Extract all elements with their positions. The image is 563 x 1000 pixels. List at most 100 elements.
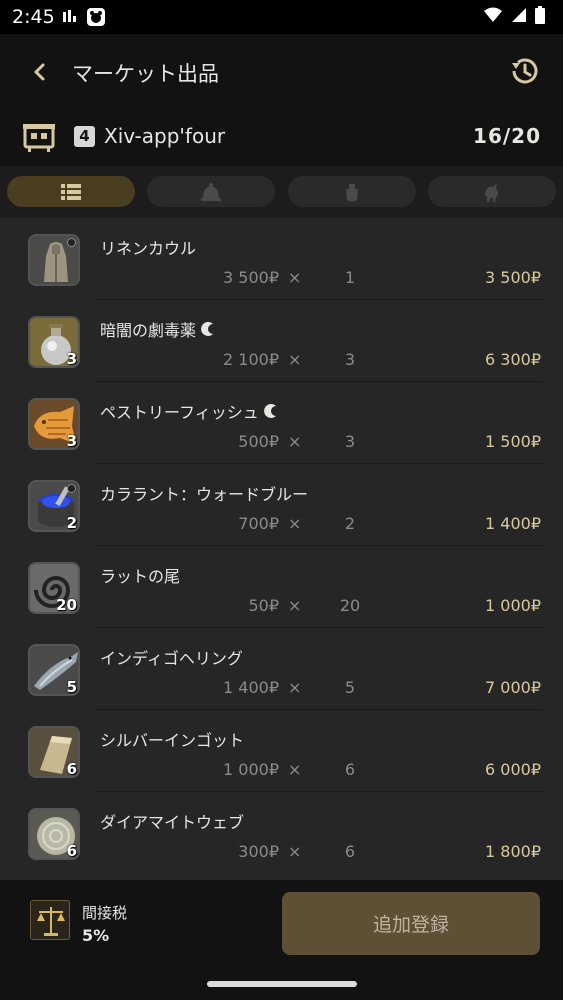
category-tabs [0, 166, 563, 218]
taiyaki-icon: 3 [28, 398, 80, 450]
quantity: 6 [344, 760, 356, 779]
retainer-selector[interactable]: 4 Xiv-app'four 16/20 [0, 110, 563, 166]
pot-icon [346, 183, 358, 201]
unit-price: 500₽ [238, 432, 279, 451]
multiply-sign: × [288, 514, 302, 533]
tab-bell[interactable] [147, 176, 275, 207]
thumb-quantity: 6 [66, 760, 77, 778]
history-button[interactable] [507, 54, 541, 88]
tail-icon: 20 [28, 562, 80, 614]
item-name: カララント：ウォードブルー [100, 485, 309, 504]
thumb-quantity: 3 [66, 350, 77, 368]
item-name: ラットの尾 [100, 567, 181, 586]
fish-icon: 5 [28, 644, 80, 696]
world-badge: 4 [74, 126, 95, 147]
list-item[interactable]: 5 インディゴヘリング 1 400₽ × 5 7 000₽ [0, 628, 563, 710]
list-item[interactable]: 6 ダイアマイトウェブ 300₽ × 6 1 800₽ [0, 792, 563, 874]
robe-icon [28, 234, 80, 286]
thumb-quantity: 2 [66, 514, 77, 532]
page-title: マーケット出品 [72, 62, 219, 86]
tax-label: 間接税 [82, 904, 128, 922]
total-price: 7 000₽ [485, 678, 541, 697]
tab-chocobo[interactable] [428, 176, 556, 207]
potion-icon: 3 [28, 316, 80, 368]
multiply-sign: × [288, 350, 302, 369]
quantity: 5 [344, 678, 356, 697]
tab-pot[interactable] [288, 176, 416, 207]
list-icon [61, 183, 81, 200]
multiply-sign: × [288, 432, 302, 451]
list-item[interactable]: リネンカウル 3 500₽ × 1 3 500₽ [0, 218, 563, 300]
signal-bars-icon [63, 10, 76, 22]
unit-price: 50₽ [248, 596, 279, 615]
unit-price: 3 500₽ [223, 268, 279, 287]
hq-indicator-dot [67, 238, 76, 247]
total-price: 6 300₽ [485, 350, 541, 369]
list-item[interactable]: 3 ペストリーフィッシュ 500₽ × 3 1 500₽ [0, 382, 563, 464]
history-icon [512, 58, 538, 84]
quantity: 3 [344, 432, 356, 451]
item-name: ダイアマイトウェブ [100, 813, 245, 832]
quantity: 3 [344, 350, 356, 369]
list-item[interactable]: 2 カララント：ウォードブルー 700₽ × 2 1 400₽ [0, 464, 563, 546]
multiply-sign: × [288, 678, 302, 697]
tax-value: 5% [82, 926, 110, 945]
cell-signal-icon [512, 8, 526, 22]
unit-price: 1 400₽ [223, 678, 279, 697]
hq-icon [201, 322, 214, 336]
item-name: リネンカウル [100, 239, 197, 258]
wifi-icon [484, 7, 502, 22]
total-price: 6 000₽ [485, 760, 541, 779]
quantity: 6 [344, 842, 356, 861]
list-item[interactable]: 3 暗闇の劇毒薬 2 100₽ × 3 6 300₽ [0, 300, 563, 382]
chevron-left-icon [34, 63, 45, 81]
thumb-quantity: 6 [66, 842, 77, 860]
unit-price: 300₽ [238, 842, 279, 861]
total-price: 1 400₽ [485, 514, 541, 533]
thumb-quantity: 20 [56, 596, 77, 614]
app-notification-icon [87, 8, 105, 26]
hq-icon [263, 404, 276, 418]
status-bar: 2:45 [0, 0, 563, 34]
unit-price: 1 000₽ [223, 760, 279, 779]
thumb-quantity: 3 [66, 432, 77, 450]
retainer-name: Xiv-app'four [104, 124, 226, 148]
quantity: 1 [344, 268, 356, 287]
footer: 間接税 5% 追加登録 [0, 880, 563, 1000]
listing-list: リネンカウル 3 500₽ × 1 3 500₽ 3 暗闇の劇毒薬 2 100₽… [0, 218, 563, 880]
unit-price: 2 100₽ [223, 350, 279, 369]
item-name: インディゴヘリング [100, 649, 243, 668]
ingot-icon: 6 [28, 726, 80, 778]
slot-count: 16/20 [473, 124, 541, 148]
item-name: ペストリーフィッシュ [100, 399, 279, 423]
scales-icon [30, 900, 70, 940]
total-price: 1 800₽ [485, 842, 541, 861]
battery-icon [535, 6, 545, 24]
item-name: 暗闇の劇毒薬 [100, 317, 216, 341]
status-time: 2:45 [12, 6, 55, 28]
total-price: 1 000₽ [485, 596, 541, 615]
dye-icon: 2 [28, 480, 80, 532]
multiply-sign: × [288, 760, 302, 779]
quantity: 20 [339, 596, 361, 615]
hq-indicator-dot [67, 484, 76, 493]
add-listing-button[interactable]: 追加登録 [282, 892, 540, 955]
thumb-quantity: 5 [66, 678, 77, 696]
total-price: 1 500₽ [485, 432, 541, 451]
list-item[interactable]: 20 ラットの尾 50₽ × 20 1 000₽ [0, 546, 563, 628]
bell-icon [201, 182, 221, 201]
tab-list[interactable] [7, 176, 135, 207]
chocobo-icon [484, 182, 498, 202]
home-indicator[interactable] [207, 981, 357, 987]
total-price: 3 500₽ [485, 268, 541, 287]
retainer-icon [22, 120, 56, 154]
web-icon: 6 [28, 808, 80, 860]
multiply-sign: × [288, 268, 302, 287]
multiply-sign: × [288, 596, 302, 615]
list-item[interactable]: 6 シルバーインゴット 1 000₽ × 6 6 000₽ [0, 710, 563, 792]
unit-price: 700₽ [238, 514, 279, 533]
app-bar: マーケット出品 [0, 34, 563, 110]
quantity: 2 [344, 514, 356, 533]
back-button[interactable] [26, 58, 54, 86]
multiply-sign: × [288, 842, 302, 861]
